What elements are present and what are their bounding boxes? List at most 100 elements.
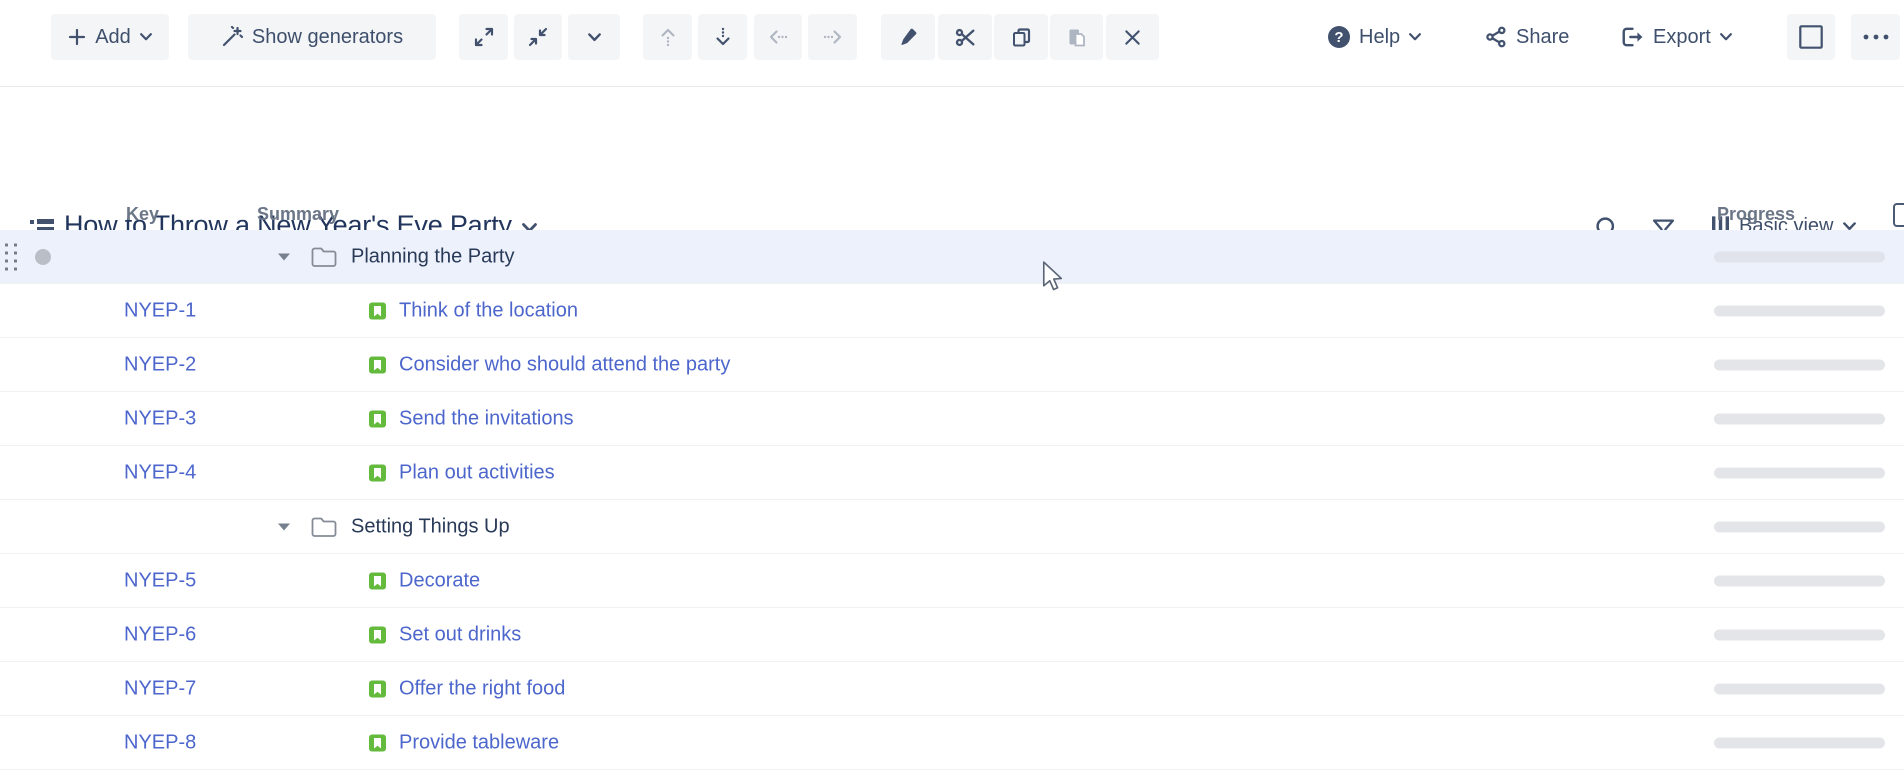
- drag-handle-icon[interactable]: [5, 243, 17, 270]
- row-key[interactable]: NYEP-8: [124, 731, 196, 754]
- table-row[interactable]: Setting Things Up: [0, 500, 1904, 554]
- table-row[interactable]: NYEP-5 Decorate: [0, 554, 1904, 608]
- collapse-all-button[interactable]: [514, 14, 562, 60]
- row-key[interactable]: NYEP-5: [124, 569, 196, 592]
- cut-button[interactable]: [938, 14, 992, 60]
- row-summary[interactable]: Send the invitations: [399, 407, 574, 430]
- fullscreen-square-icon: [1798, 24, 1824, 50]
- story-icon: [369, 302, 386, 319]
- row-summary[interactable]: Offer the right food: [399, 677, 565, 700]
- add-button-label: Add: [95, 26, 131, 49]
- expand-options-button[interactable]: [568, 14, 620, 60]
- expander-chevron-icon[interactable]: [278, 253, 290, 260]
- row-summary[interactable]: Setting Things Up: [351, 515, 510, 538]
- row-summary[interactable]: Set out drinks: [399, 623, 521, 646]
- move-left-button[interactable]: [754, 14, 802, 60]
- move-left-icon: [768, 27, 788, 47]
- move-up-button[interactable]: [643, 14, 692, 60]
- progress-bar: [1714, 413, 1885, 424]
- add-button[interactable]: Add: [51, 14, 169, 60]
- progress-bar: [1714, 629, 1885, 640]
- story-icon: [369, 356, 386, 373]
- row-summary[interactable]: Think of the location: [399, 299, 578, 322]
- progress-bar: [1714, 251, 1885, 262]
- expand-all-button[interactable]: [459, 14, 508, 60]
- table-row[interactable]: NYEP-1 Think of the location: [0, 284, 1904, 338]
- chevron-down-icon: [140, 33, 152, 41]
- story-icon: [369, 734, 386, 751]
- delete-button[interactable]: [1106, 14, 1159, 60]
- chevron-down-icon: [588, 33, 601, 42]
- row-summary[interactable]: Planning the Party: [351, 245, 514, 268]
- folder-icon: [311, 246, 337, 267]
- add-column-button[interactable]: [1893, 203, 1904, 227]
- expander-chevron-icon[interactable]: [278, 523, 290, 530]
- help-circle-icon: ?: [1328, 26, 1350, 48]
- row-status-dot-icon: [35, 249, 51, 265]
- show-generators-label: Show generators: [252, 26, 403, 49]
- progress-bar: [1714, 737, 1885, 748]
- chevron-down-icon: [1720, 33, 1732, 41]
- plus-icon: [68, 28, 86, 46]
- paste-icon: [1066, 27, 1087, 48]
- row-summary[interactable]: Plan out activities: [399, 461, 555, 484]
- progress-bar: [1714, 467, 1885, 478]
- row-key[interactable]: NYEP-2: [124, 353, 196, 376]
- move-down-button[interactable]: [698, 14, 747, 60]
- table-header: Key Summary Progress: [0, 200, 1904, 230]
- table-row[interactable]: NYEP-2 Consider who should attend the pa…: [0, 338, 1904, 392]
- move-right-button[interactable]: [808, 14, 857, 60]
- row-summary[interactable]: Provide tableware: [399, 731, 559, 754]
- paste-button[interactable]: [1050, 14, 1103, 60]
- column-header-key[interactable]: Key: [126, 204, 159, 225]
- scissors-icon: [955, 27, 976, 48]
- export-icon: [1621, 26, 1644, 48]
- row-key[interactable]: NYEP-6: [124, 623, 196, 646]
- edit-button[interactable]: [881, 14, 935, 60]
- delete-x-icon: [1123, 28, 1142, 47]
- help-label: Help: [1359, 26, 1400, 49]
- row-key[interactable]: NYEP-1: [124, 299, 196, 322]
- export-button[interactable]: Export: [1621, 14, 1732, 60]
- table-row[interactable]: NYEP-4 Plan out activities: [0, 446, 1904, 500]
- row-summary[interactable]: Consider who should attend the party: [399, 353, 730, 376]
- table-row[interactable]: NYEP-6 Set out drinks: [0, 608, 1904, 662]
- share-button[interactable]: Share: [1485, 14, 1569, 60]
- move-right-icon: [823, 27, 843, 47]
- column-header-progress[interactable]: Progress: [1717, 204, 1795, 225]
- main-toolbar: Add Show generators: [0, 0, 1904, 87]
- collapse-all-icon: [528, 27, 548, 47]
- story-icon: [369, 572, 386, 589]
- story-icon: [369, 410, 386, 427]
- row-key[interactable]: NYEP-7: [124, 677, 196, 700]
- table-row[interactable]: NYEP-8 Provide tableware: [0, 716, 1904, 770]
- table-row[interactable]: NYEP-7 Offer the right food: [0, 662, 1904, 716]
- magic-wand-icon: [221, 26, 243, 48]
- table-body: Planning the Party NYEP-1 Think of the l…: [0, 230, 1904, 770]
- progress-bar: [1714, 305, 1885, 316]
- structure-app: Add Show generators: [0, 0, 1904, 776]
- table-row[interactable]: NYEP-3 Send the invitations: [0, 392, 1904, 446]
- show-generators-button[interactable]: Show generators: [188, 14, 436, 60]
- story-icon: [369, 680, 386, 697]
- chevron-down-icon: [1409, 33, 1421, 41]
- help-button[interactable]: ? Help: [1328, 14, 1421, 60]
- move-down-icon: [713, 27, 733, 47]
- copy-icon: [1011, 27, 1032, 48]
- row-summary[interactable]: Decorate: [399, 569, 480, 592]
- row-key[interactable]: NYEP-4: [124, 461, 196, 484]
- edit-pencil-icon: [898, 27, 918, 47]
- share-icon: [1485, 26, 1507, 48]
- folder-icon: [311, 516, 337, 537]
- copy-button[interactable]: [994, 14, 1048, 60]
- structure-header: How to Throw a New Year's Eve Party Basi…: [0, 87, 1904, 200]
- progress-bar: [1714, 683, 1885, 694]
- expand-all-icon: [474, 27, 494, 47]
- more-options-button[interactable]: [1851, 14, 1900, 60]
- share-label: Share: [1516, 26, 1569, 49]
- progress-bar: [1714, 359, 1885, 370]
- table-row[interactable]: Planning the Party: [0, 230, 1904, 284]
- row-key[interactable]: NYEP-3: [124, 407, 196, 430]
- column-header-summary[interactable]: Summary: [257, 204, 339, 225]
- fullscreen-button[interactable]: [1787, 14, 1835, 60]
